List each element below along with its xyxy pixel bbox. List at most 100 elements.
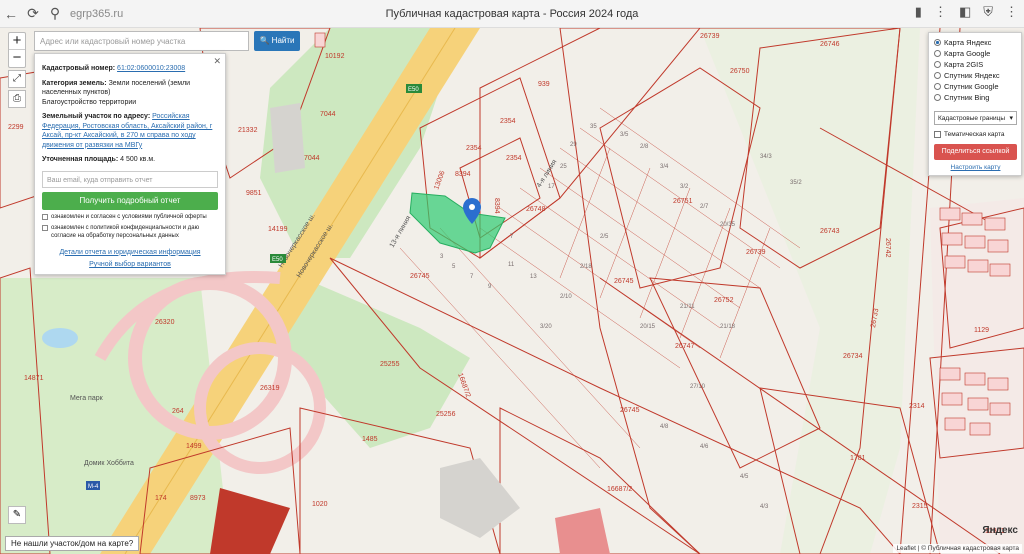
svg-text:26748: 26748	[526, 206, 546, 213]
layer-bing-sat[interactable]: Спутник Bing	[934, 92, 1017, 103]
not-found-button[interactable]: Не нашли участок/дом на карте?	[5, 536, 140, 551]
zoom-in-button[interactable]: +	[9, 33, 25, 50]
layer-google-map[interactable]: Карта Google	[934, 48, 1017, 59]
measure-icon[interactable]: ⤢	[8, 70, 26, 88]
extensions-icon[interactable]: ◧	[959, 4, 971, 20]
svg-text:1129: 1129	[974, 327, 989, 334]
svg-text:27/10: 27/10	[690, 384, 706, 390]
layer-yandex-map[interactable]: Карта Яндекс	[934, 37, 1017, 48]
svg-text:2/18: 2/18	[580, 264, 592, 270]
svg-text:2315: 2315	[912, 503, 928, 510]
settings-link[interactable]: Настроить карту	[934, 164, 1017, 171]
share-button[interactable]: Поделиться ссылкой	[934, 144, 1017, 160]
svg-text:21/11: 21/11	[680, 304, 695, 310]
edit-icon[interactable]: ✎	[8, 506, 26, 524]
svg-text:4/3: 4/3	[760, 504, 769, 510]
svg-text:3/4: 3/4	[660, 164, 669, 170]
svg-text:E50: E50	[272, 257, 283, 263]
thematic-checkbox[interactable]: Тематическая карта	[934, 131, 1017, 138]
layer-google-sat[interactable]: Спутник Google	[934, 81, 1017, 92]
svg-text:2354: 2354	[506, 155, 522, 162]
svg-text:26743: 26743	[820, 228, 840, 235]
svg-text:26752: 26752	[714, 297, 734, 304]
svg-text:25256: 25256	[436, 411, 456, 418]
parcel-info-panel: ✕ Кадастровый номер: 61:02:0600010:23008…	[34, 53, 226, 275]
svg-text:1485: 1485	[362, 436, 378, 443]
svg-text:26734: 26734	[843, 353, 863, 360]
svg-text:2314: 2314	[909, 403, 925, 410]
svg-text:26751: 26751	[673, 198, 693, 205]
svg-text:7044: 7044	[304, 155, 320, 162]
svg-text:29: 29	[570, 142, 577, 148]
svg-text:3/20: 3/20	[540, 324, 552, 330]
svg-text:M-4: M-4	[88, 484, 99, 490]
svg-text:13: 13	[530, 274, 537, 280]
layer-2gis-map[interactable]: Карта 2GIS	[934, 59, 1017, 70]
svg-text:26739: 26739	[700, 33, 720, 40]
svg-text:2/5: 2/5	[600, 234, 609, 240]
svg-text:1020: 1020	[312, 501, 328, 508]
privacy-consent-checkbox[interactable]: ознакомлен с политикой конфиденциальност…	[42, 224, 218, 240]
layers-panel: Карта Яндекс Карта Google Карта 2GIS Спу…	[928, 32, 1022, 176]
page-title: Публичная кадастровая карта - Россия 202…	[385, 8, 639, 20]
svg-text:3/5: 3/5	[620, 132, 629, 138]
svg-text:26742: 26742	[884, 238, 891, 258]
offer-consent-checkbox[interactable]: ознакомлен и согласен с условиями публич…	[42, 213, 218, 221]
svg-text:3/2: 3/2	[680, 184, 689, 190]
svg-text:2/7: 2/7	[700, 204, 709, 210]
svg-text:2299: 2299	[8, 124, 24, 131]
map-attribution: Leaflet | © Публичная кадастровая карта	[893, 544, 1022, 553]
browser-actions: ▮ ⋮ ◧ ⛨ ⋮	[915, 4, 1018, 20]
search-input[interactable]: Адрес или кадастровый номер участка	[34, 31, 249, 51]
overlay-select[interactable]: Кадастровые границы	[934, 111, 1017, 125]
close-icon[interactable]: ✕	[213, 56, 221, 67]
yandex-logo: Яндекс	[982, 525, 1018, 536]
svg-text:21332: 21332	[238, 127, 258, 134]
svg-text:26745: 26745	[620, 407, 640, 414]
zoom-control: + −	[8, 32, 26, 68]
print-icon[interactable]: ⎙	[8, 90, 26, 108]
svg-text:11: 11	[508, 262, 515, 268]
svg-text:26746: 26746	[820, 41, 840, 48]
svg-text:16687/2: 16687/2	[607, 486, 632, 493]
shield-icon[interactable]: ⛨	[983, 4, 993, 20]
menu-icon[interactable]: ⋮	[934, 4, 947, 20]
svg-text:17: 17	[548, 184, 555, 190]
svg-text:20/35: 20/35	[720, 222, 736, 228]
cadastral-number-link[interactable]: 61:02:0600010:23008	[117, 65, 185, 72]
svg-text:2354: 2354	[466, 145, 482, 152]
svg-text:264: 264	[172, 408, 184, 415]
layer-yandex-sat[interactable]: Спутник Яндекс	[934, 70, 1017, 81]
svg-text:26747: 26747	[675, 343, 695, 350]
svg-text:4/6: 4/6	[700, 444, 709, 450]
address-bar[interactable]: egrp365.ru	[70, 8, 123, 20]
svg-text:20/15: 20/15	[640, 324, 656, 330]
svg-text:26320: 26320	[155, 319, 175, 326]
zoom-out-button[interactable]: −	[9, 50, 25, 67]
svg-text:14871: 14871	[24, 375, 44, 382]
svg-text:2354: 2354	[500, 118, 516, 125]
manual-select-link[interactable]: Ручной выбор вариантов	[42, 260, 218, 270]
report-details-link[interactable]: Детали отчета и юридическая информация	[42, 248, 218, 258]
svg-text:26745: 26745	[410, 273, 430, 280]
bookmark-icon[interactable]: ▮	[915, 4, 922, 20]
more-icon[interactable]: ⋮	[1005, 4, 1018, 20]
cadastral-map[interactable]: 939 2354 2354 2354 8394 8394 13006 26745 26748…	[0, 28, 1024, 554]
svg-text:9851: 9851	[246, 190, 262, 197]
search-button[interactable]: 🔍 Найти	[254, 31, 300, 51]
svg-text:Домик Хоббита: Домик Хоббита	[84, 459, 134, 467]
svg-text:10192: 10192	[325, 53, 345, 60]
svg-text:7044: 7044	[320, 111, 336, 118]
email-field[interactable]: Ваш email, куда отправить отчет	[42, 170, 218, 188]
svg-text:Мега парк: Мега парк	[70, 395, 104, 402]
svg-text:26739: 26739	[746, 249, 766, 256]
reload-icon[interactable]: ⟳	[22, 3, 44, 25]
order-report-button[interactable]: Получить подробный отчет	[42, 191, 218, 210]
svg-text:35/2: 35/2	[790, 180, 802, 186]
svg-text:4/8: 4/8	[660, 424, 669, 430]
back-icon[interactable]: ←	[0, 3, 22, 25]
svg-text:2/8: 2/8	[640, 144, 649, 150]
site-info-icon[interactable]: ⚲	[44, 3, 66, 25]
svg-text:25: 25	[560, 164, 567, 170]
svg-text:34/3: 34/3	[760, 154, 772, 160]
